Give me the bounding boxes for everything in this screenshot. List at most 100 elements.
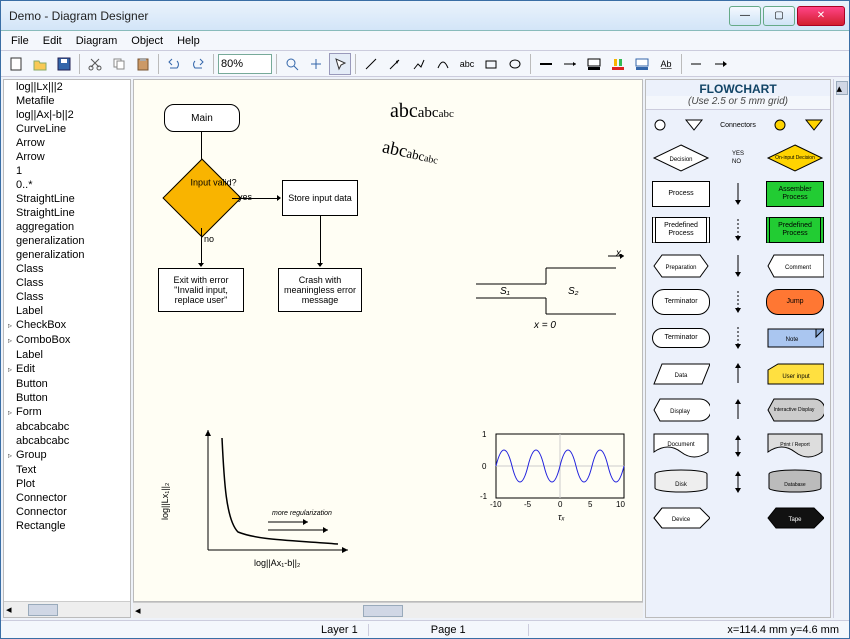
tree-item[interactable]: abcabcabc [4, 420, 130, 434]
right-vscroll[interactable]: ▴ [833, 79, 849, 618]
tree-item[interactable]: ComboBox [4, 333, 130, 348]
tree-item[interactable]: Metafile [4, 94, 130, 108]
tree-item[interactable]: log||Lx|||2 [4, 80, 130, 94]
tree-item[interactable]: Label [4, 304, 130, 318]
color-line[interactable] [607, 53, 629, 75]
tree-item[interactable]: CurveLine [4, 122, 130, 136]
svg-text:Display: Display [670, 409, 690, 415]
font-color[interactable]: A̲b̲ [655, 53, 677, 75]
tree-item[interactable]: abcabcabc [4, 434, 130, 448]
tree-item[interactable]: CheckBox [4, 318, 130, 333]
tree-item[interactable]: Arrow [4, 150, 130, 164]
arrow-tool[interactable] [384, 53, 406, 75]
palette-data-row[interactable]: Data User input [646, 356, 830, 392]
tree-panel: log||Lx|||2Metafilelog||Ax|-b||2CurveLin… [3, 79, 131, 618]
shape-crash[interactable]: Crash with meaningless error message [278, 268, 362, 312]
cut-button[interactable] [84, 53, 106, 75]
tree-item[interactable]: log||Ax|-b||2 [4, 108, 130, 122]
tree-item[interactable]: Rectangle [4, 519, 130, 533]
menu-file[interactable]: File [5, 33, 35, 49]
tick-x10: 10 [616, 500, 625, 509]
select-tool[interactable] [329, 53, 351, 75]
line-style-2[interactable] [559, 53, 581, 75]
canvas-hscroll[interactable]: ◂ [133, 602, 643, 618]
undo-button[interactable] [163, 53, 185, 75]
open-button[interactable] [29, 53, 51, 75]
shape-exit-err[interactable]: Exit with error "Invalid input, replace … [158, 268, 244, 312]
palette-display-row[interactable]: Display Interactive Display [646, 392, 830, 428]
palette-connectors[interactable]: Connectors [646, 110, 830, 140]
line-tool[interactable] [360, 53, 382, 75]
shape-decision[interactable]: Input valid? [174, 170, 230, 226]
tree-item[interactable]: Class [4, 276, 130, 290]
zoom-tool[interactable] [281, 53, 303, 75]
palette-predef-row[interactable]: Predefined Process Predefined Process [646, 212, 830, 248]
palette-device-row[interactable]: Device Tape [646, 500, 830, 536]
tree-item[interactable]: Edit [4, 362, 130, 377]
object-tree[interactable]: log||Lx|||2Metafilelog||Ax|-b||2CurveLin… [4, 80, 130, 601]
ellipse-tool[interactable] [504, 53, 526, 75]
palette-doc-row[interactable]: Document Print / Report [646, 428, 830, 464]
polyline-tool[interactable] [408, 53, 430, 75]
palette-process-row[interactable]: Process Assembler Process [646, 176, 830, 212]
canvas[interactable]: Main Input valid? yes Store input data n… [133, 79, 643, 602]
menu-diagram[interactable]: Diagram [70, 33, 124, 49]
titlebar: Demo - Diagram Designer — ▢ ✕ [1, 1, 849, 31]
tree-item[interactable]: Class [4, 262, 130, 276]
tree-item[interactable]: generalization [4, 234, 130, 248]
menu-edit[interactable]: Edit [37, 33, 68, 49]
save-button[interactable] [53, 53, 75, 75]
curve-tool[interactable] [432, 53, 454, 75]
shape-store[interactable]: Store input data [282, 180, 358, 216]
new-button[interactable] [5, 53, 27, 75]
tree-item[interactable]: Connector [4, 491, 130, 505]
arrow-start[interactable] [686, 53, 708, 75]
tree-item[interactable]: Button [4, 377, 130, 391]
tree-item[interactable]: aggregation [4, 220, 130, 234]
arrow-end[interactable] [710, 53, 732, 75]
zoom-input[interactable] [218, 54, 272, 74]
maximize-button[interactable]: ▢ [763, 6, 795, 26]
minimize-button[interactable]: — [729, 6, 761, 26]
shape-main[interactable]: Main [164, 104, 240, 132]
tree-item[interactable]: generalization [4, 248, 130, 262]
tree-item[interactable]: Class [4, 290, 130, 304]
menu-object[interactable]: Object [125, 33, 169, 49]
color-fill[interactable] [583, 53, 605, 75]
tree-item[interactable]: Text [4, 463, 130, 477]
line-style[interactable] [535, 53, 557, 75]
tree-item[interactable]: Group [4, 448, 130, 463]
status-page: Page 1 [369, 624, 529, 636]
tree-item[interactable]: StraightLine [4, 192, 130, 206]
window-title: Demo - Diagram Designer [9, 9, 729, 23]
tree-item[interactable]: StraightLine [4, 206, 130, 220]
tree-item[interactable]: Connector [4, 505, 130, 519]
color-text[interactable] [631, 53, 653, 75]
palette-decision-row[interactable]: Decision YESNO On-input Decision [646, 140, 830, 176]
svg-text:Disk: Disk [675, 482, 688, 488]
wave-plot[interactable] [472, 428, 632, 528]
palette-prep-row[interactable]: Preparation Comment [646, 248, 830, 284]
palette-disk-row[interactable]: Disk Database [646, 464, 830, 500]
lcurve-plot[interactable] [168, 420, 358, 580]
palette-term-row[interactable]: Terminator Jump [646, 284, 830, 320]
close-button[interactable]: ✕ [797, 6, 845, 26]
copy-button[interactable] [108, 53, 130, 75]
text-tool[interactable]: abc [456, 53, 478, 75]
tree-item[interactable]: Button [4, 391, 130, 405]
tree-item[interactable]: 0..* [4, 178, 130, 192]
text-sample-1[interactable]: abcabcabc [390, 100, 454, 123]
rect-tool[interactable] [480, 53, 502, 75]
pan-tool[interactable] [305, 53, 327, 75]
tree-item[interactable]: Plot [4, 477, 130, 491]
tree-hscroll[interactable]: ◂ [4, 601, 130, 617]
tree-item[interactable]: Form [4, 405, 130, 420]
tree-item[interactable]: 1 [4, 164, 130, 178]
menu-help[interactable]: Help [171, 33, 206, 49]
paste-button[interactable] [132, 53, 154, 75]
redo-button[interactable] [187, 53, 209, 75]
tree-item[interactable]: Arrow [4, 136, 130, 150]
tree-item[interactable]: Label [4, 348, 130, 362]
palette-term2-row[interactable]: Terminator Note [646, 320, 830, 356]
text-sample-2[interactable]: abcabcabc [380, 136, 440, 168]
